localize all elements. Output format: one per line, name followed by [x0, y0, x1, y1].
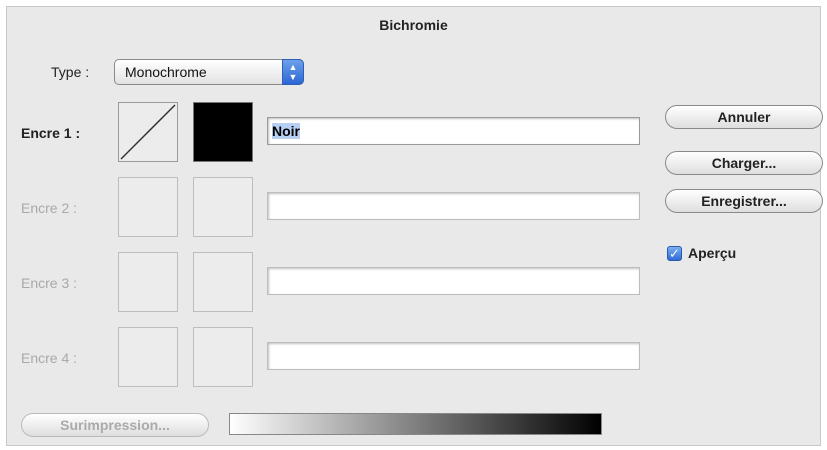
ink1-color-swatch[interactable]: [193, 102, 253, 162]
preview-checkbox[interactable]: ✓: [667, 246, 682, 261]
cancel-button[interactable]: Annuler: [665, 105, 823, 129]
ink4-label: Encre 4 :: [21, 350, 78, 366]
ink1-label: Encre 1 :: [21, 125, 81, 141]
ink2-name-field: [267, 192, 640, 220]
type-select[interactable]: Monochrome ▲ ▼: [114, 59, 304, 85]
duotone-dialog: Bichromie Type : Monochrome ▲ ▼ Encre 1 :…: [6, 6, 823, 446]
type-label: Type :: [51, 64, 90, 80]
overprint-button: Surimpression...: [21, 413, 209, 437]
dialog-title: Bichromie: [379, 17, 448, 33]
ink3-name-field: [267, 267, 640, 295]
preview-label: Aperçu: [688, 245, 737, 261]
ink1-name-value: Noir: [272, 123, 300, 139]
curve-diagonal-icon: [120, 104, 176, 160]
ink1-curve-box[interactable]: [118, 102, 178, 162]
ink3-label: Encre 3 :: [21, 275, 78, 291]
ink2-color-swatch: [193, 177, 253, 237]
ink4-name-field: [267, 342, 640, 370]
ink2-curve-box: [118, 177, 178, 237]
ink4-curve-box: [118, 327, 178, 387]
ink1-name-field[interactable]: Noir: [267, 117, 640, 145]
gradient-preview-bar: [229, 413, 602, 435]
save-button[interactable]: Enregistrer...: [665, 189, 823, 213]
checkmark-icon: ✓: [669, 246, 680, 261]
ink3-curve-box: [118, 252, 178, 312]
ink4-color-swatch: [193, 327, 253, 387]
updown-arrows-icon: ▲ ▼: [282, 59, 304, 85]
ink2-label: Encre 2 :: [21, 200, 78, 216]
ink3-color-swatch: [193, 252, 253, 312]
load-button[interactable]: Charger...: [665, 151, 823, 175]
type-select-value: Monochrome: [125, 64, 207, 80]
